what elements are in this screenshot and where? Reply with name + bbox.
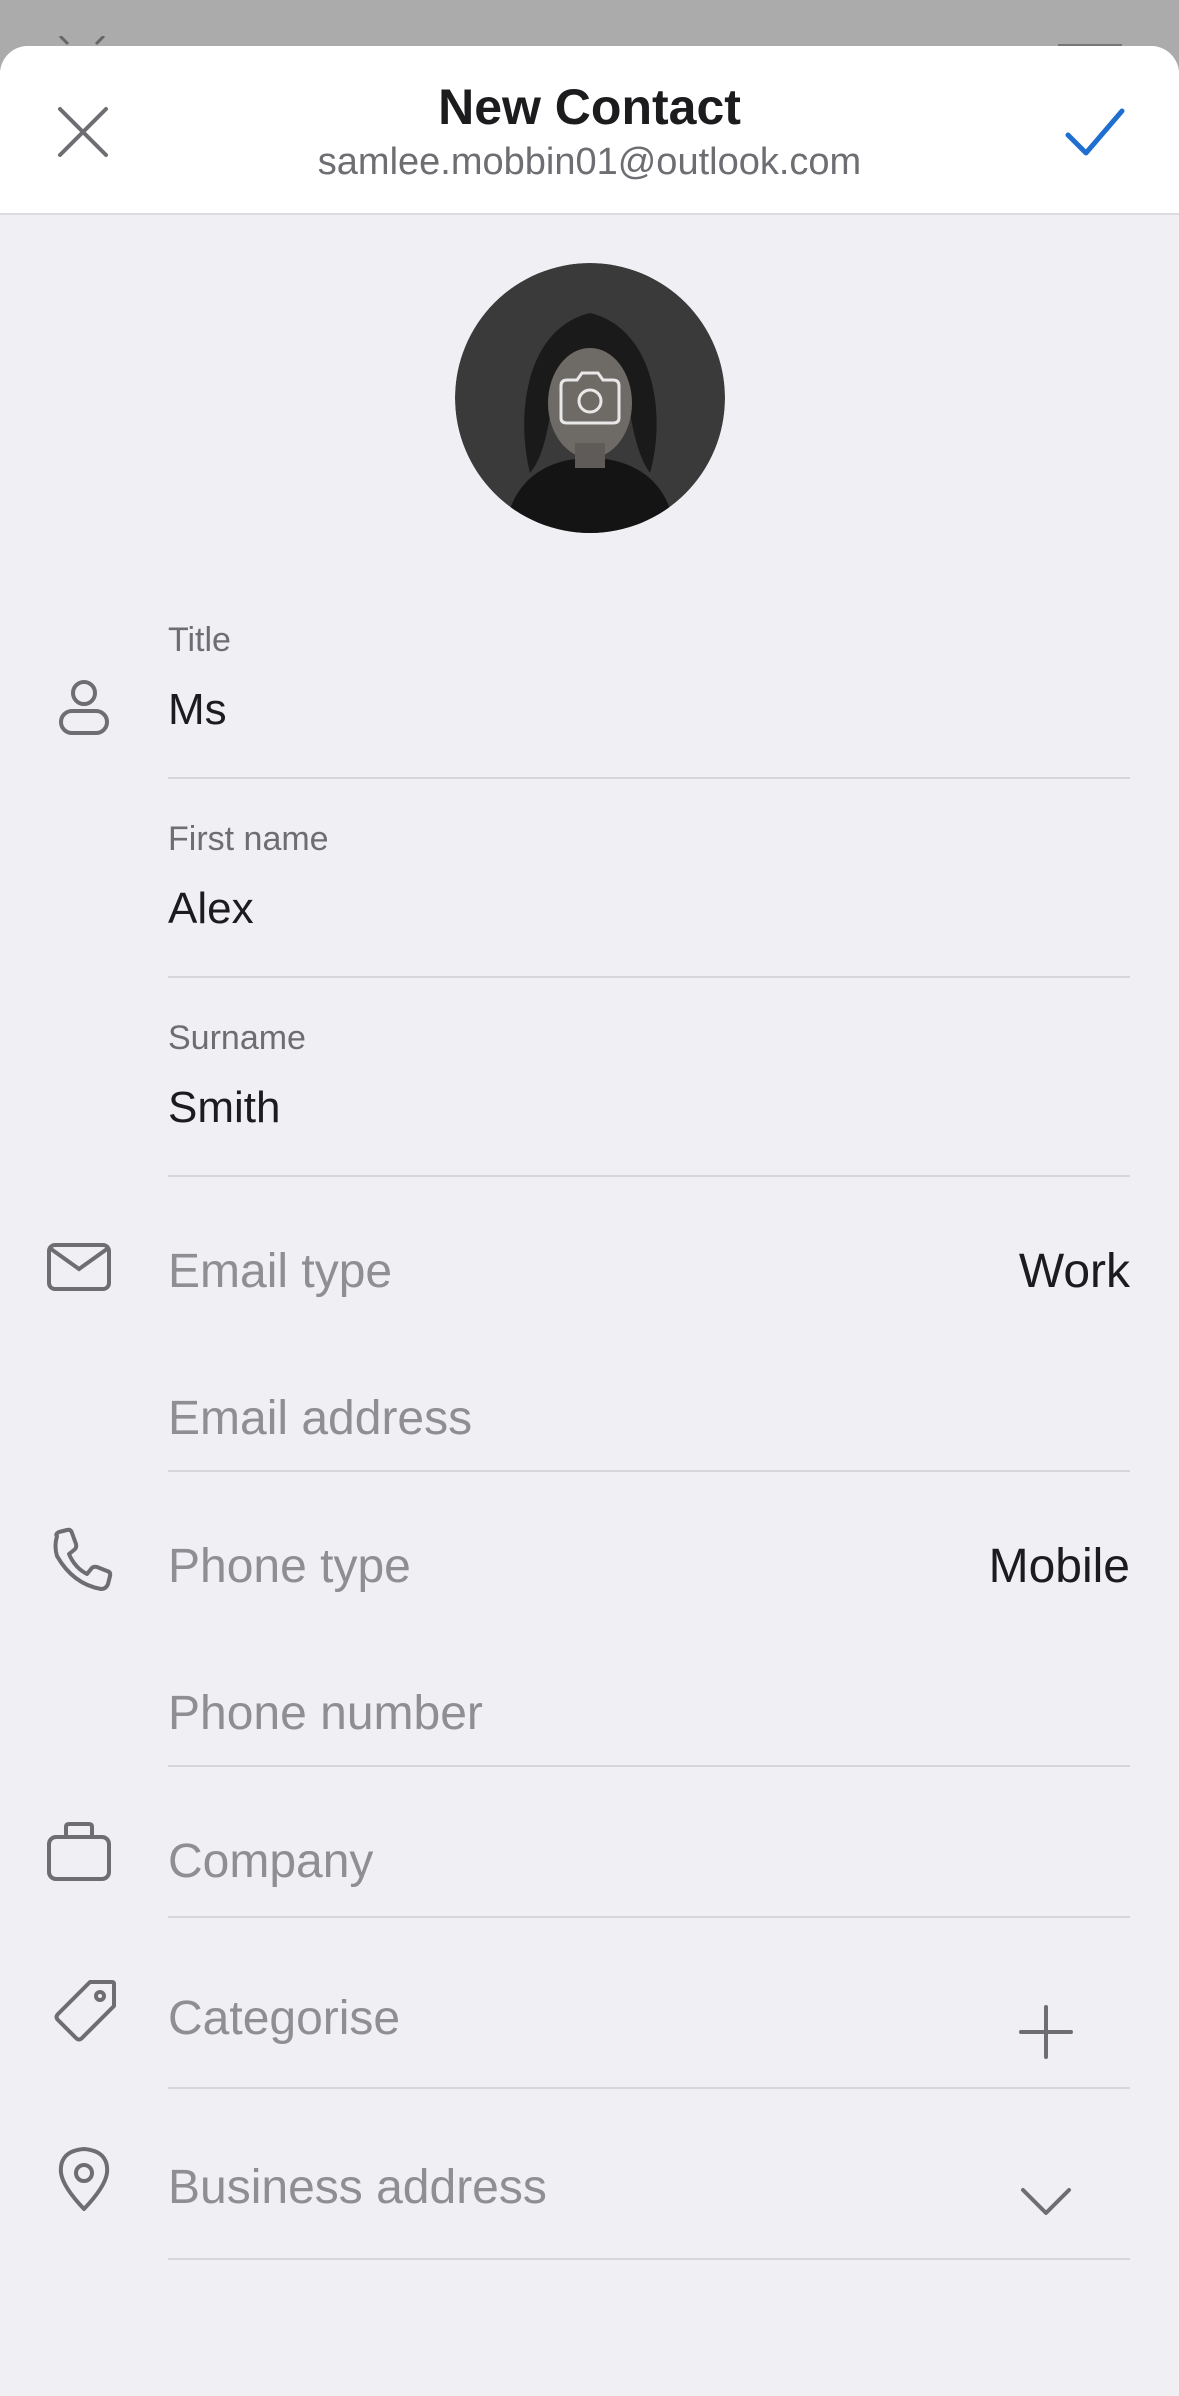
- tag-icon: [54, 1980, 116, 2042]
- company-placeholder: Company: [168, 1835, 374, 1888]
- page-title: New Contact: [438, 79, 741, 135]
- surname-value: Smith: [168, 1083, 281, 1132]
- business-address-placeholder: Business address: [168, 2161, 547, 2214]
- divider: [168, 2258, 1130, 2260]
- background-close-icon: [58, 36, 106, 46]
- title-value: Ms: [168, 685, 227, 734]
- divider: [168, 976, 1130, 978]
- email-address-placeholder: Email address: [168, 1392, 473, 1445]
- header: New Contact samlee.mobbin01@outlook.com: [0, 46, 1179, 215]
- divider: [168, 1765, 1130, 1767]
- categorise-placeholder: Categorise: [168, 1992, 401, 2045]
- new-contact-sheet: New Contact samlee.mobbin01@outlook.com …: [0, 46, 1179, 2396]
- first-name-value: Alex: [168, 884, 254, 933]
- divider: [168, 1916, 1130, 1918]
- divider: [168, 1470, 1130, 1472]
- briefcase-icon: [47, 1822, 111, 1881]
- chevron-down-icon[interactable]: [1015, 2170, 1077, 2232]
- plus-icon[interactable]: [1015, 2001, 1077, 2063]
- first-name-label: First name: [168, 820, 329, 858]
- checkmark-icon[interactable]: [1062, 101, 1128, 163]
- surname-field[interactable]: [160, 979, 1132, 1175]
- phone-type-value: Mobile: [988, 1540, 1130, 1593]
- camera-icon: [559, 371, 621, 425]
- account-email: samlee.mobbin01@outlook.com: [317, 141, 862, 183]
- divider: [168, 1175, 1130, 1177]
- person-icon: [59, 680, 109, 735]
- phone-icon: [53, 1527, 113, 1591]
- location-pin-icon: [58, 2147, 110, 2211]
- phone-type-label: Phone type: [168, 1540, 411, 1593]
- first-name-field[interactable]: [160, 780, 1132, 977]
- phone-number-placeholder: Phone number: [168, 1687, 483, 1740]
- surname-label: Surname: [168, 1019, 306, 1057]
- contact-photo[interactable]: [455, 263, 725, 533]
- email-type-label: Email type: [168, 1245, 393, 1298]
- email-type-value: Work: [1018, 1245, 1130, 1298]
- title-label: Title: [168, 621, 231, 659]
- divider: [168, 777, 1130, 779]
- envelope-icon: [47, 1243, 111, 1291]
- divider: [168, 2087, 1130, 2089]
